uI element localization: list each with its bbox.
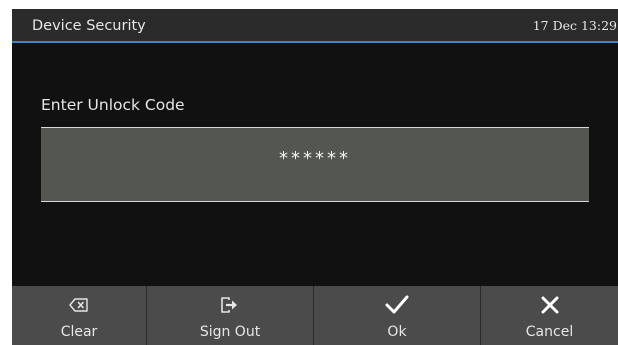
screen-title: Device Security — [32, 18, 146, 34]
date-time: 17 Dec 13:29 — [532, 18, 617, 33]
status-bar: Device Security 17 Dec 13:29 — [12, 9, 618, 43]
clear-label: Clear — [60, 324, 98, 340]
ok-button[interactable]: Ok — [314, 286, 481, 345]
cancel-label: Cancel — [525, 324, 574, 340]
backspace-icon — [12, 292, 146, 318]
cancel-button[interactable]: Cancel — [481, 286, 618, 345]
clear-button[interactable]: Clear — [12, 286, 147, 345]
sign-out-icon — [147, 292, 313, 318]
sign-out-label: Sign Out — [199, 324, 261, 340]
sign-out-button[interactable]: Sign Out — [147, 286, 314, 345]
close-icon — [481, 292, 618, 318]
ok-label: Ok — [387, 324, 407, 340]
unlock-code-value: ****** — [279, 148, 351, 169]
softkey-bar: Clear Sign Out Ok Cancel — [12, 286, 618, 345]
unlock-code-label: Enter Unlock Code — [41, 96, 185, 114]
checkmark-icon — [314, 292, 480, 318]
unlock-code-input[interactable]: ****** — [41, 127, 589, 202]
phone-screen: Device Security 17 Dec 13:29 Enter Unloc… — [12, 9, 618, 345]
